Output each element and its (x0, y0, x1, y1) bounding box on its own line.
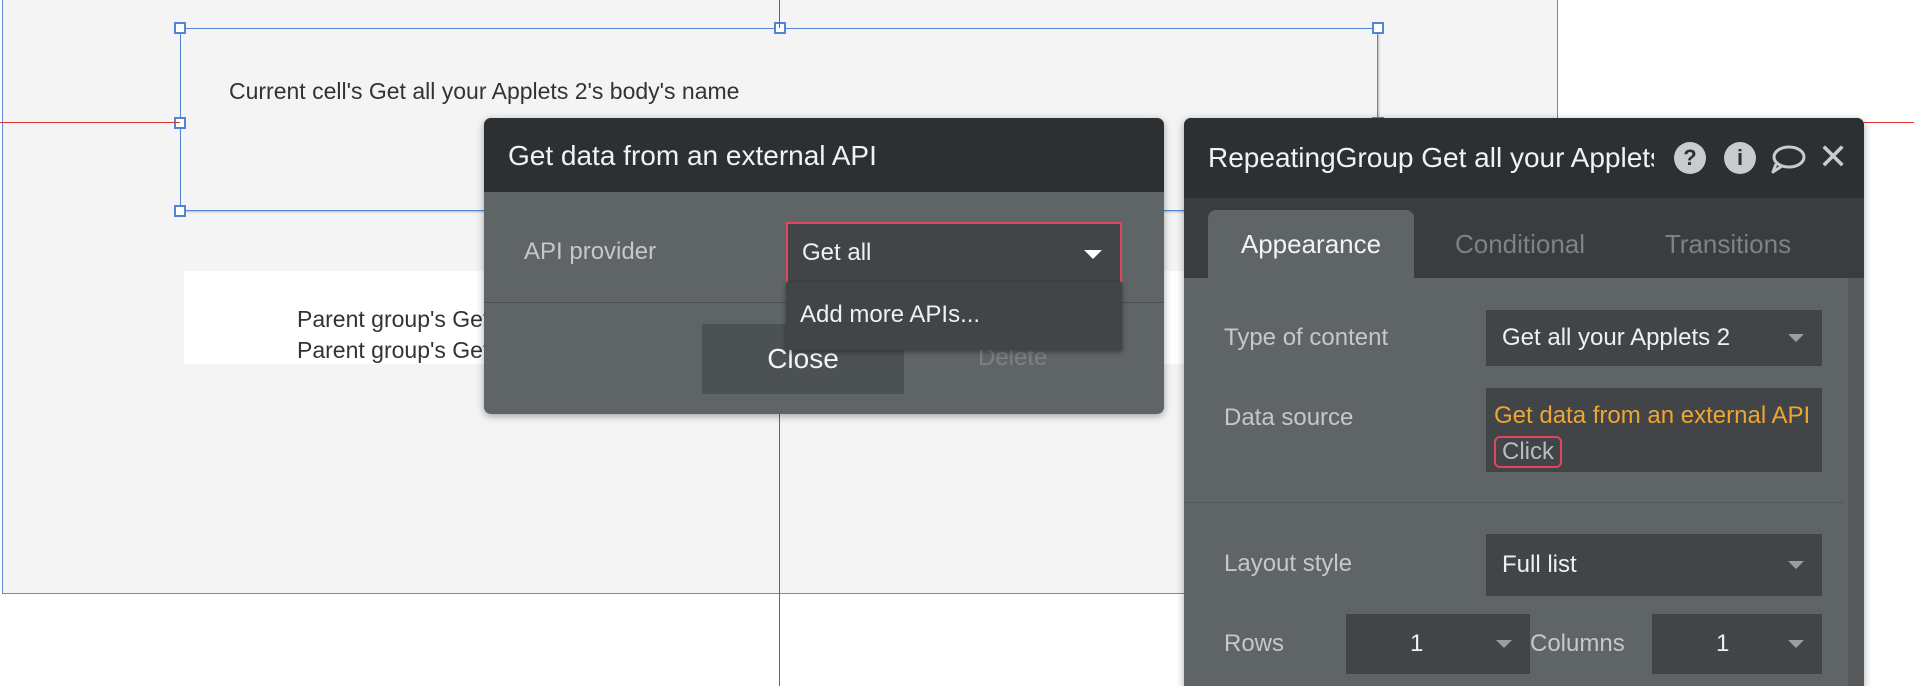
resize-handle-middle-left[interactable] (174, 117, 186, 129)
rows-label: Rows (1224, 630, 1285, 657)
external-api-dialog: Get data from an external API API provid… (484, 118, 1164, 414)
comment-icon[interactable] (1770, 144, 1806, 174)
chevron-down-icon (1788, 640, 1804, 648)
panel-header: RepeatingGroup Get all your Applets 2 ? … (1184, 118, 1864, 198)
panel-title: RepeatingGroup Get all your Applets 2 (1208, 142, 1654, 173)
alignment-guide-horizontal-right (1864, 122, 1914, 123)
data-source-click-badge[interactable]: Click (1494, 436, 1562, 468)
property-editor-panel: RepeatingGroup Get all your Applets 2 ? … (1184, 118, 1864, 686)
alignment-guide-vertical-top (779, 0, 780, 28)
rows-dropdown[interactable]: 1 (1346, 614, 1530, 674)
data-source-label: Data source (1224, 404, 1354, 431)
panel-scrollbar[interactable] (1848, 278, 1864, 686)
tab-appearance[interactable]: Appearance (1208, 210, 1414, 278)
resize-handle-top-left[interactable] (174, 22, 186, 34)
data-source-expression[interactable]: Get data from an external API (1494, 402, 1810, 429)
api-dialog-title: Get data from an external API (484, 118, 1164, 192)
columns-dropdown[interactable]: 1 (1652, 614, 1822, 674)
data-source-field[interactable]: Get data from an external API Click (1486, 388, 1822, 472)
resize-handle-top-right[interactable] (1372, 22, 1384, 34)
close-icon[interactable]: ✕ (1818, 136, 1848, 178)
columns-value: 1 (1716, 630, 1730, 657)
tab-conditional[interactable]: Conditional (1420, 210, 1620, 278)
chevron-down-icon (1496, 640, 1512, 648)
resize-handle-bottom-left[interactable] (174, 205, 186, 217)
type-of-content-value: Get all your Applets 2 (1502, 324, 1731, 351)
columns-label: Columns (1530, 630, 1625, 657)
help-icon[interactable]: ? (1674, 142, 1706, 174)
alignment-guide-vertical-bottom (779, 414, 780, 686)
api-provider-label: API provider (524, 238, 657, 265)
tab-transitions[interactable]: Transitions (1628, 210, 1828, 278)
layout-style-dropdown[interactable]: Full list (1486, 534, 1822, 596)
api-provider-value: Get all (802, 239, 872, 266)
dropdown-option-add-more-apis[interactable]: Add more APIs... (786, 282, 1122, 350)
chevron-down-icon (1788, 334, 1804, 342)
rows-value: 1 (1410, 630, 1424, 657)
section-divider (1184, 502, 1844, 503)
layout-style-label: Layout style (1224, 550, 1353, 577)
type-of-content-dropdown[interactable]: Get all your Applets 2 (1486, 310, 1822, 366)
type-of-content-label: Type of content (1224, 324, 1389, 351)
resize-handle-top-center[interactable] (774, 22, 786, 34)
layout-style-value: Full list (1502, 551, 1577, 578)
chevron-down-icon (1788, 561, 1804, 569)
alignment-guide-horizontal-left (0, 122, 180, 123)
chevron-down-icon (1084, 250, 1102, 259)
api-provider-dropdown[interactable]: Get all (786, 222, 1122, 282)
cell-text-element[interactable]: Current cell's Get all your Applets 2's … (229, 78, 739, 105)
info-icon[interactable]: i (1724, 142, 1756, 174)
